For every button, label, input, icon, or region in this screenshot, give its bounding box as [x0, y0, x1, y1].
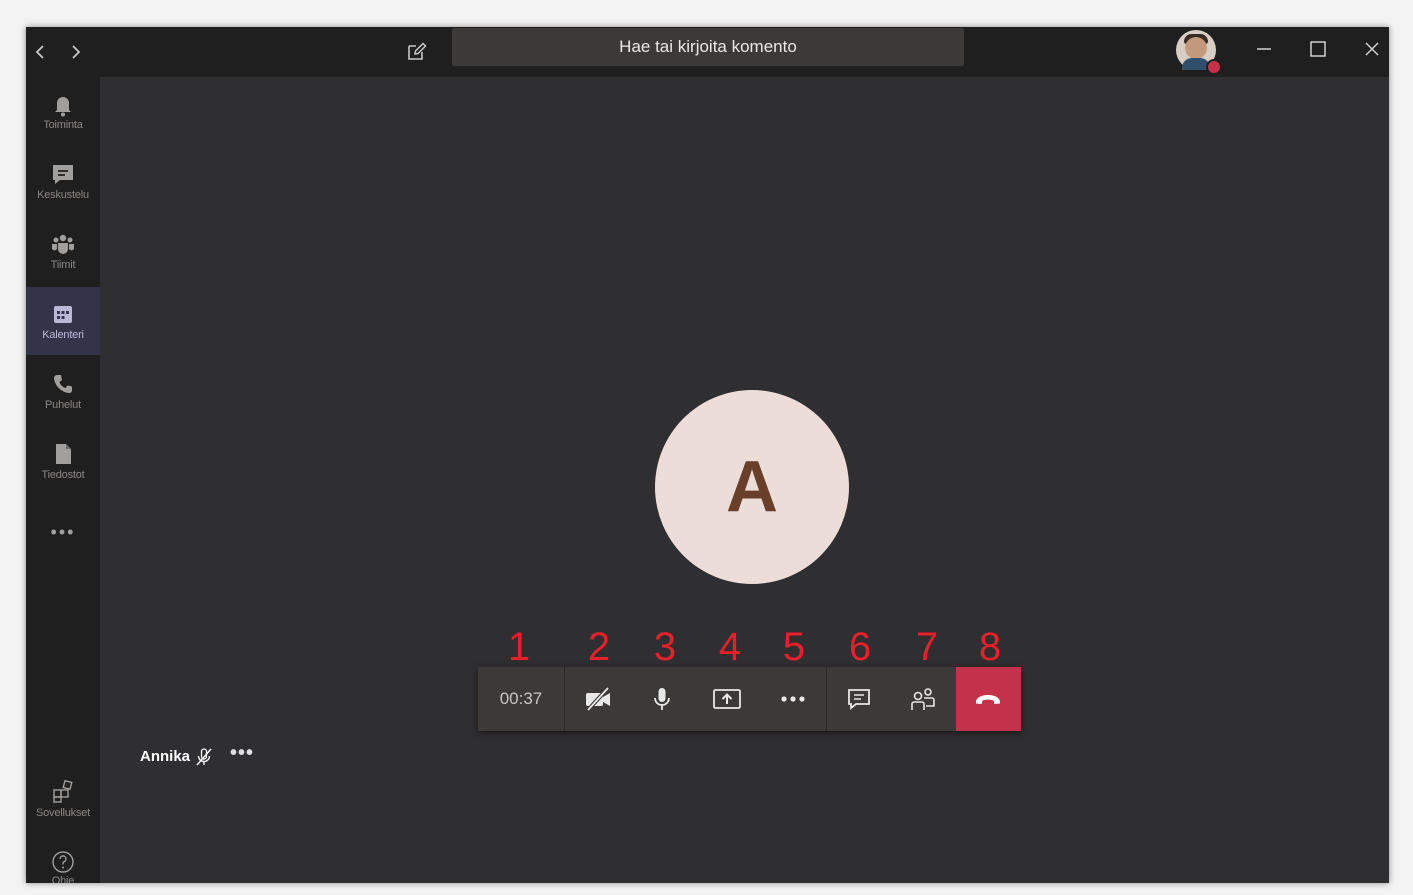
annotation-number-3: 3	[653, 625, 677, 669]
share-screen-icon	[713, 689, 741, 709]
presence-busy-icon	[1206, 59, 1222, 75]
close-icon	[1365, 42, 1379, 56]
forward-button[interactable]	[62, 37, 88, 67]
rail-item-help[interactable]: Ohje	[26, 835, 100, 883]
microphone-icon	[654, 688, 670, 710]
bell-icon	[55, 97, 71, 117]
show-participants-button[interactable]	[891, 667, 955, 731]
user-avatar[interactable]	[1176, 30, 1222, 75]
rail-item-teams[interactable]: Tiimit	[26, 217, 100, 285]
more-horizontal-icon	[781, 696, 805, 702]
close-button[interactable]	[1352, 33, 1389, 67]
app-bar: Toiminta Keskustelu Tiimit Kalenteri Puh…	[26, 77, 100, 883]
rail-item-calendar[interactable]: Kalenteri	[26, 287, 100, 355]
call-timer: 00:37	[478, 667, 565, 731]
annotation-number-7: 7	[915, 625, 939, 669]
rail-more-button[interactable]: •••	[26, 517, 100, 547]
annotation-number-8: 8	[978, 625, 1002, 669]
microphone-muted-icon	[194, 747, 214, 775]
chat-bubble-icon	[848, 689, 870, 710]
call-controls-bar: 00:37	[478, 667, 1021, 731]
participant-more-button[interactable]: •••	[230, 741, 260, 765]
show-conversation-button[interactable]	[827, 667, 891, 731]
avatar-face	[1185, 37, 1207, 59]
maximize-icon	[1310, 41, 1326, 57]
annotation-number-2: 2	[587, 625, 611, 669]
file-icon	[56, 444, 71, 464]
rail-label-apps: Sovellukset	[35, 807, 91, 819]
rail-label-help: Ohje	[51, 875, 75, 883]
search-input[interactable]: Hae tai kirjoita komento	[452, 28, 964, 66]
rail-label-calls: Puhelut	[45, 399, 81, 411]
participant-label: Annika •••	[140, 742, 253, 769]
camera-off-icon	[586, 686, 610, 712]
maximize-button[interactable]	[1298, 33, 1338, 67]
apps-icon	[53, 779, 73, 803]
rail-item-files[interactable]: Tiedostot	[26, 427, 100, 495]
minimize-icon	[1257, 48, 1271, 50]
annotation-number-1: 1	[507, 625, 531, 669]
calendar-icon	[54, 306, 72, 323]
rail-item-chat[interactable]: Keskustelu	[26, 147, 100, 215]
participants-icon	[911, 688, 935, 710]
rail-label-teams: Tiimit	[50, 259, 76, 271]
rail-item-apps[interactable]: Sovellukset	[26, 765, 100, 833]
microphone-button[interactable]	[630, 667, 694, 731]
hang-up-icon	[976, 695, 1000, 704]
annotation-number-5: 5	[782, 625, 806, 669]
compose-icon	[408, 42, 427, 60]
phone-icon	[54, 375, 72, 393]
rail-label-chat: Keskustelu	[37, 189, 89, 201]
title-bar: Hae tai kirjoita komento	[26, 27, 1389, 77]
rail-label-files: Tiedostot	[41, 469, 85, 481]
annotation-number-6: 6	[848, 625, 872, 669]
rail-label-calendar: Kalenteri	[42, 329, 84, 341]
annotation-number-4: 4	[718, 625, 742, 669]
participant-name: Annika	[140, 748, 191, 765]
participant-avatar: A	[655, 390, 849, 584]
chat-icon	[53, 165, 73, 184]
share-screen-button[interactable]	[695, 667, 759, 731]
chevron-left-icon	[35, 45, 44, 59]
new-chat-button[interactable]	[402, 36, 432, 66]
teams-window: Hae tai kirjoita komento Toiminta Keskus…	[26, 27, 1389, 883]
rail-label-activity: Toiminta	[43, 119, 83, 131]
teams-icon	[52, 234, 74, 254]
more-actions-button[interactable]	[761, 667, 825, 731]
help-icon	[52, 851, 74, 873]
camera-toggle-button[interactable]	[566, 667, 630, 731]
back-button[interactable]	[28, 37, 54, 67]
minimize-button[interactable]	[1244, 33, 1284, 67]
chevron-right-icon	[72, 45, 81, 59]
rail-item-calls[interactable]: Puhelut	[26, 357, 100, 425]
hang-up-button[interactable]	[956, 667, 1021, 731]
rail-item-activity[interactable]: Toiminta	[26, 77, 100, 145]
